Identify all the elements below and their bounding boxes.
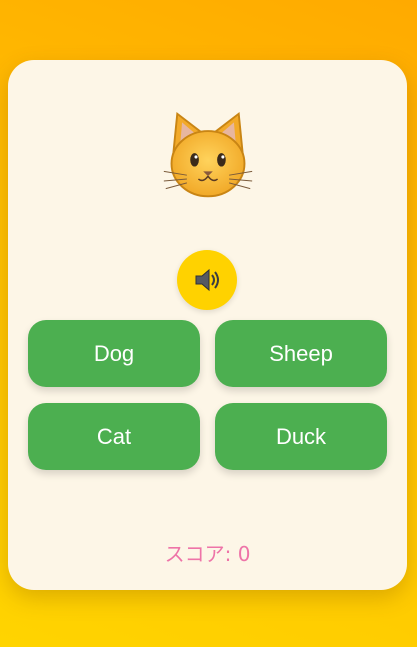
score-value: 0 bbox=[237, 542, 251, 566]
animal-display bbox=[8, 108, 407, 208]
option-duck-button[interactable]: Duck bbox=[215, 403, 387, 470]
option-cat-button[interactable]: Cat bbox=[28, 403, 200, 470]
answer-options: Dog Sheep Cat Duck bbox=[28, 320, 387, 470]
score-label: スコア: bbox=[164, 542, 232, 566]
game-card: Dog Sheep Cat Duck スコア: 0 bbox=[8, 60, 407, 590]
speaker-icon bbox=[195, 268, 219, 292]
option-dog-button[interactable]: Dog bbox=[28, 320, 200, 387]
play-sound-button[interactable] bbox=[177, 250, 237, 310]
cat-face-icon bbox=[163, 111, 252, 198]
option-sheep-button[interactable]: Sheep bbox=[215, 320, 387, 387]
score-display: スコア: 0 bbox=[8, 538, 407, 567]
